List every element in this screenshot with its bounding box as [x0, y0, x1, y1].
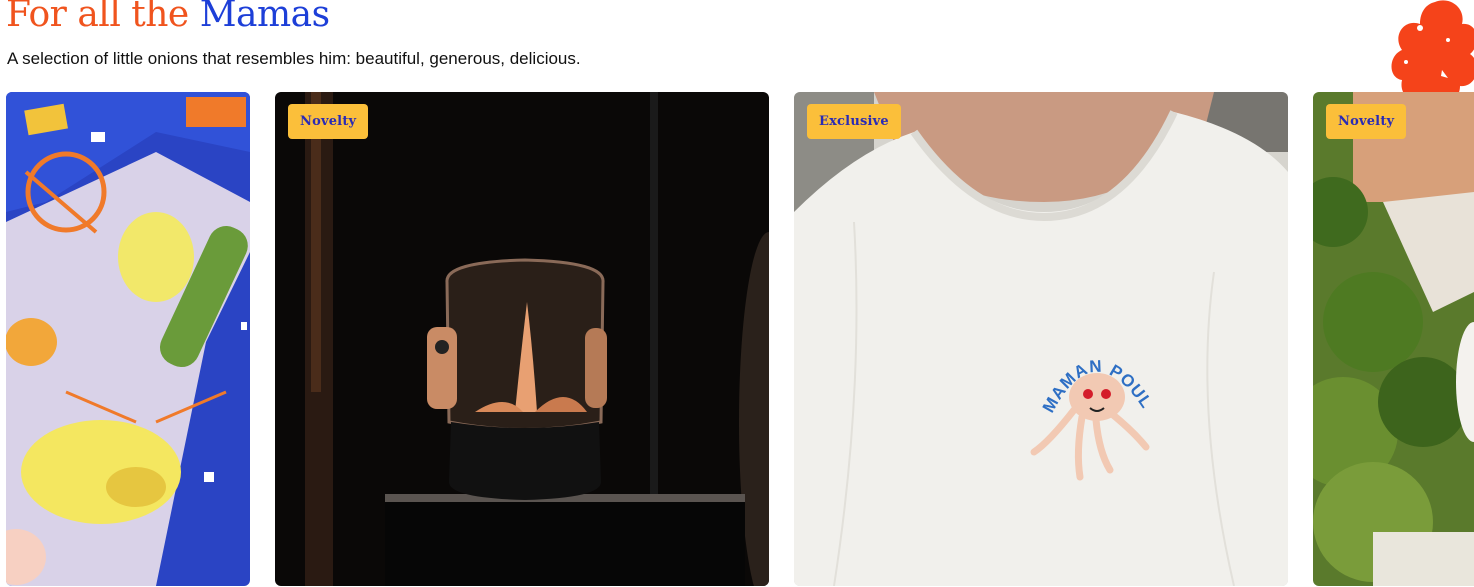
- product-badge: Novelty: [288, 104, 369, 139]
- title-part-blue: Mamas: [199, 0, 330, 35]
- maman-poulpe-tshirt-image: MAMAN POULPE: [794, 92, 1288, 586]
- product-carousel[interactable]: Novelty MAMAN POUL Exclusive Novelty: [0, 92, 1474, 587]
- product-card-garden-vase[interactable]: Novelty: [1313, 92, 1474, 586]
- product-card-puzzle[interactable]: [6, 92, 250, 586]
- product-badge: Exclusive: [807, 104, 901, 139]
- product-badge: Novelty: [1326, 104, 1407, 139]
- garden-vase-image: [1313, 92, 1474, 586]
- section-subtitle: A selection of little onions that resemb…: [7, 49, 581, 68]
- puzzle-image: [6, 92, 250, 586]
- section-title: For all the Mamas: [6, 0, 330, 35]
- product-card-maman-poulpe-tshirt[interactable]: MAMAN POULPE Exclusive: [794, 92, 1288, 586]
- fire-lantern-image: [275, 92, 769, 586]
- title-part-orange: For all the: [6, 0, 189, 35]
- mamas-section: For all the Mamas A selection of little …: [0, 0, 1474, 587]
- product-card-fire-lantern[interactable]: Novelty: [275, 92, 769, 586]
